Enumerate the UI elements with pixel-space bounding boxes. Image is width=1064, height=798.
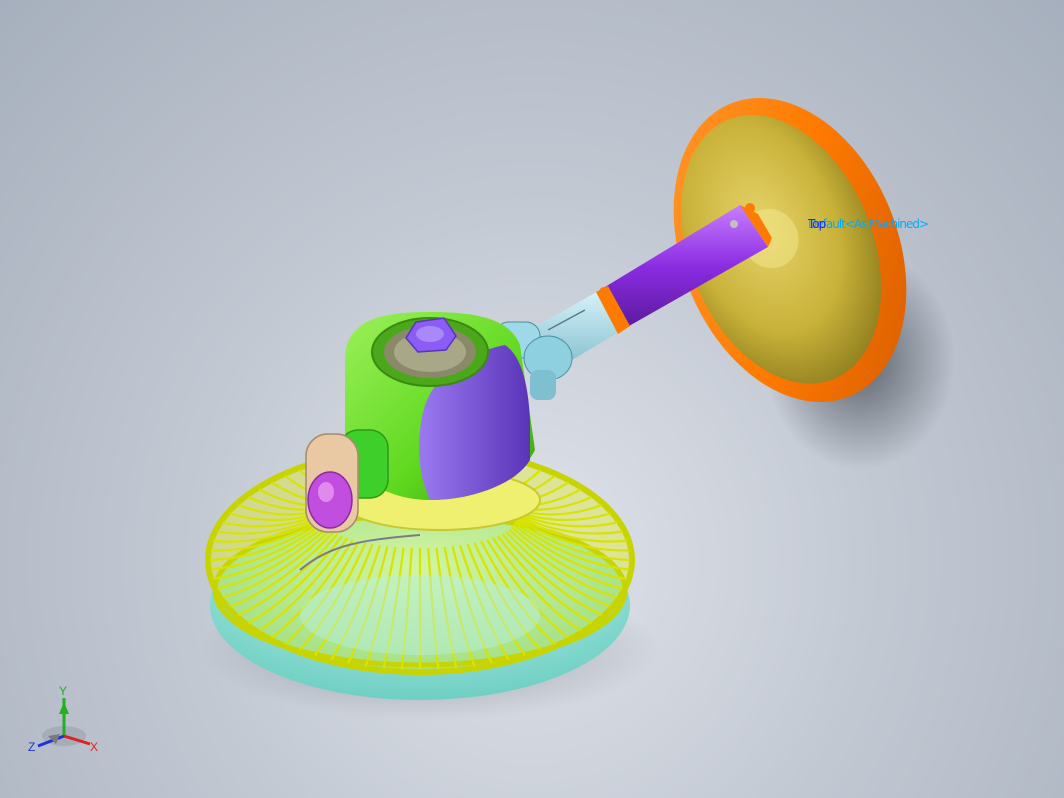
triad-z-label: Z [28,740,36,754]
view-triad[interactable]: Y X Z [26,684,106,754]
view-annotation-blue: Top [808,217,826,231]
view-annotation-cyan: Default<As Machined> [808,217,929,231]
cad-viewport[interactable]: Default<As Machined> Top Y X Z [0,0,1064,798]
triad-x-label: X [90,740,99,754]
triad-y-label: Y [59,684,68,698]
fan-3d-model[interactable] [0,0,1064,798]
